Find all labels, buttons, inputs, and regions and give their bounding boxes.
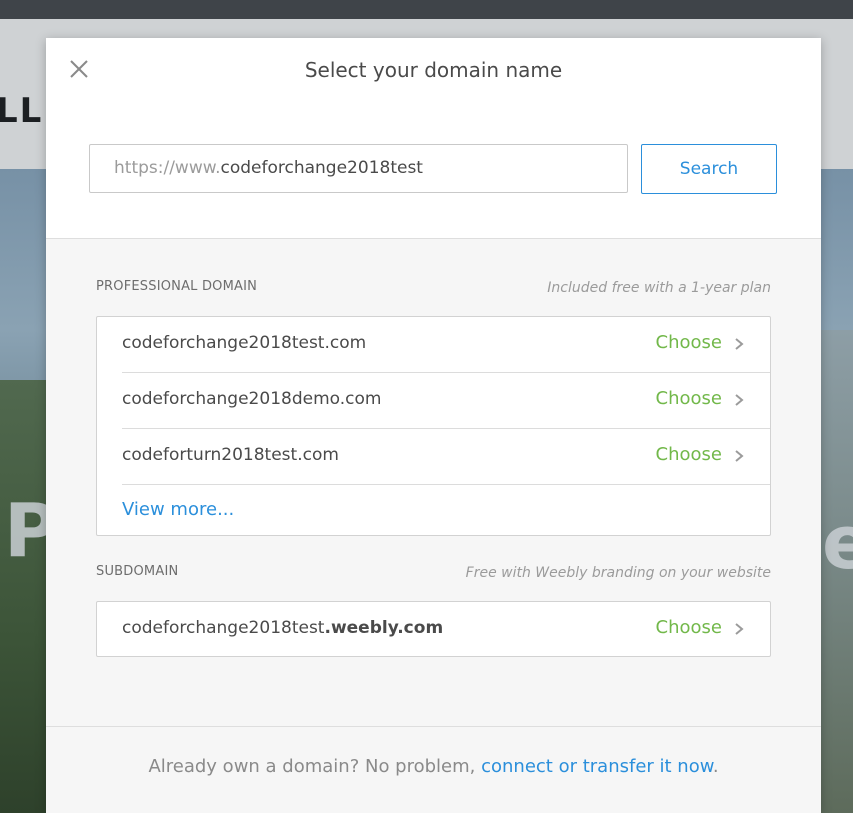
footer-text: Already own a domain? No problem, connec… bbox=[46, 756, 821, 777]
choose-label: Choose bbox=[655, 388, 722, 409]
url-prefix: https://www. bbox=[114, 158, 221, 178]
chevron-right-icon bbox=[735, 394, 744, 406]
chevron-right-icon bbox=[735, 623, 744, 635]
domain-search-input[interactable]: https://www.codeforchange2018test bbox=[89, 144, 628, 193]
choose-label: Choose bbox=[655, 444, 722, 465]
chevron-right-icon bbox=[735, 338, 744, 350]
domain-name: codeforchange2018test.com bbox=[122, 333, 367, 353]
search-button[interactable]: Search bbox=[641, 144, 777, 194]
choose-label: Choose bbox=[655, 617, 722, 638]
background-header-text: LL bbox=[0, 91, 44, 131]
subdomain-note: Free with Weebly branding on your websit… bbox=[465, 565, 771, 581]
view-more-row: View more... bbox=[122, 485, 770, 535]
professional-domain-list: codeforchange2018test.com Choose codefor… bbox=[96, 316, 771, 536]
choose-label: Choose bbox=[655, 332, 722, 353]
domain-row[interactable]: codeforturn2018test.com Choose bbox=[122, 429, 770, 485]
domain-name: codeforchange2018demo.com bbox=[122, 389, 382, 409]
connect-transfer-link[interactable]: connect or transfer it now bbox=[481, 756, 713, 777]
view-more-link[interactable]: View more... bbox=[122, 485, 234, 535]
background-topbar bbox=[0, 0, 853, 19]
domain-modal: Select your domain name https://www.code… bbox=[46, 38, 821, 813]
domain-name: codeforturn2018test.com bbox=[122, 445, 339, 465]
subdomain-list: codeforchange2018test.weebly.com Choose bbox=[96, 601, 771, 657]
chevron-right-icon bbox=[735, 450, 744, 462]
subdomain-suffix: .weebly.com bbox=[324, 618, 444, 638]
domain-row[interactable]: codeforchange2018test.com Choose bbox=[122, 317, 770, 373]
background-hero-text-right: e bbox=[822, 500, 853, 586]
footer-message: Already own a domain? No problem, bbox=[148, 756, 482, 777]
subdomain-prefix: codeforchange2018test bbox=[122, 618, 325, 638]
subdomain-name: codeforchange2018test.weebly.com bbox=[122, 602, 443, 654]
background-hero-foliage-left bbox=[0, 380, 46, 813]
url-value: codeforchange2018test bbox=[220, 158, 423, 178]
footer-period: . bbox=[712, 756, 719, 777]
domain-row[interactable]: codeforchange2018demo.com Choose bbox=[122, 373, 770, 429]
modal-title: Select your domain name bbox=[304, 58, 563, 82]
choose-button[interactable]: Choose bbox=[640, 317, 770, 369]
choose-button[interactable]: Choose bbox=[640, 429, 770, 481]
subdomain-label: SUBDOMAIN bbox=[96, 564, 179, 579]
choose-button[interactable]: Choose bbox=[640, 602, 770, 654]
choose-button[interactable]: Choose bbox=[640, 373, 770, 425]
subdomain-row[interactable]: codeforchange2018test.weebly.com Choose bbox=[122, 602, 770, 656]
professional-domain-note: Included free with a 1-year plan bbox=[547, 280, 771, 296]
footer-divider bbox=[46, 726, 821, 727]
professional-domain-label: PROFESSIONAL DOMAIN bbox=[96, 279, 258, 294]
